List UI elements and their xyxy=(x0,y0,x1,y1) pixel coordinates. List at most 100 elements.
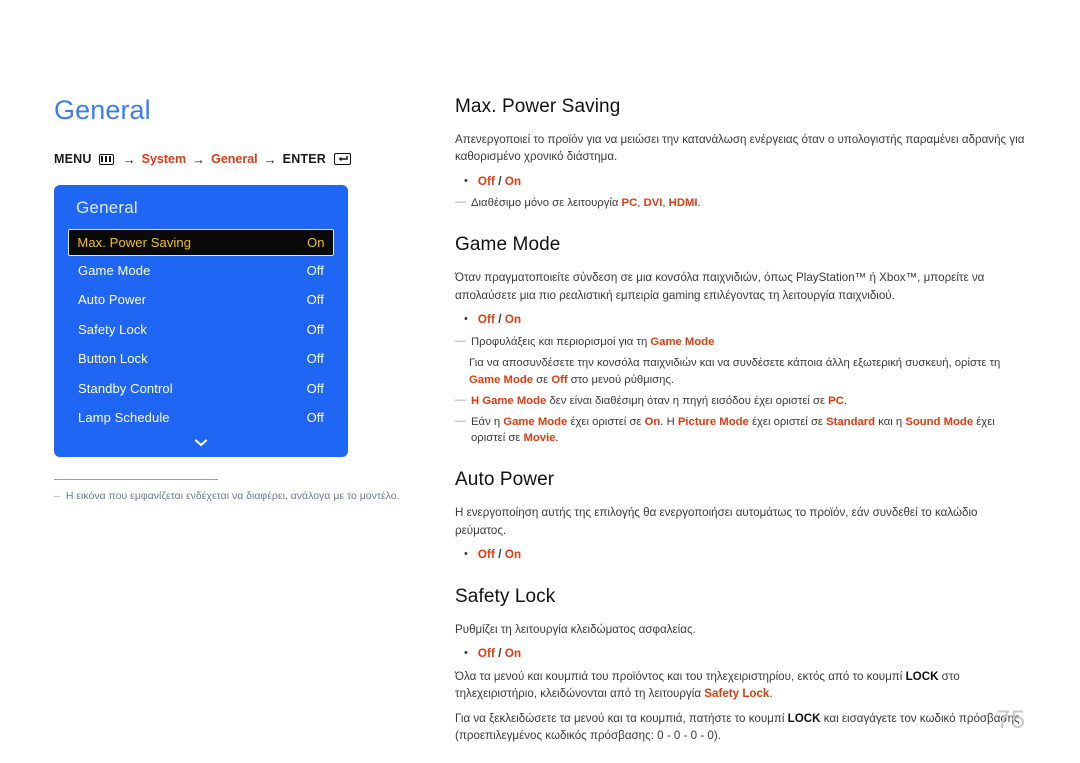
section-title: Game Mode xyxy=(455,234,561,256)
option-separator: / xyxy=(494,313,505,327)
osd-row-auto-power[interactable]: Auto Power Off xyxy=(68,285,334,315)
option-off: Off xyxy=(477,647,495,661)
osd-row-button-lock[interactable]: Button Lock Off xyxy=(68,344,334,374)
section-body: Όταν πραγματοποιείτε σύνδεση σε μια κονσ… xyxy=(455,271,985,302)
osd-row-lamp-schedule[interactable]: Lamp Schedule Off xyxy=(68,403,334,433)
osd-row-safety-lock[interactable]: Safety Lock Off xyxy=(68,315,334,345)
note-term-game-mode: Game Mode xyxy=(503,415,568,428)
section-body: Ρυθμίζει τη λειτουργία κλειδώματος ασφαλ… xyxy=(455,622,696,636)
osd-row-label: Max. Power Saving xyxy=(77,234,192,250)
breadcrumb-enter-label: ENTER xyxy=(282,152,327,167)
section-body: Η ενεργοποίηση αυτής της επιλογής θα ενε… xyxy=(455,506,978,537)
osd-row-value: Off xyxy=(306,292,324,308)
section-title: Safety Lock xyxy=(455,585,556,607)
note-sub-end: στο μενού ρύθμισης. xyxy=(567,373,675,386)
note-term-dvi: DVI xyxy=(643,197,663,210)
option-bullet: • Off / On xyxy=(455,311,1025,328)
section-max-power-saving: Max. Power Saving Απενεργοποιεί το προϊό… xyxy=(455,96,1025,212)
breadcrumb-arrow-1: → xyxy=(122,151,136,167)
option-separator: / xyxy=(494,175,505,189)
option-on: On xyxy=(504,175,522,189)
osd-menu-panel: General Max. Power Saving On Game Mode O… xyxy=(54,184,348,457)
note-dash-icon: — xyxy=(455,196,466,209)
note-text: Εάν η xyxy=(471,415,504,428)
note-pc-source: — Η Game Mode δεν είναι διαθέσιμη όταν η… xyxy=(455,393,1025,410)
footnote-divider xyxy=(54,478,218,480)
breadcrumb-item-general: General xyxy=(211,152,258,167)
osd-row-label: Safety Lock xyxy=(78,321,148,337)
note-term-on: On xyxy=(644,415,661,428)
option-bullet: • Off / On xyxy=(455,173,1025,190)
note-term-pc: PC xyxy=(828,394,844,407)
osd-row-value: Off xyxy=(306,262,324,278)
note-sub-text: Για να αποσυνδέσετε την κονσόλα παιχνιδι… xyxy=(469,356,1001,369)
enter-return-icon xyxy=(334,153,352,166)
osd-panel-title: General xyxy=(76,197,138,217)
breadcrumb-item-system: System xyxy=(141,152,187,167)
manual-page: General MENU → System → General → ENTER … xyxy=(0,0,1080,763)
osd-scroll-down-button[interactable] xyxy=(54,433,348,449)
note-term-movie: Movie xyxy=(523,432,556,445)
right-column: Max. Power Saving Απενεργοποιεί το προϊό… xyxy=(455,96,1025,752)
note-picture-sound-mode: — Εάν η Game Mode έχει οριστεί σε On. Η … xyxy=(455,414,1025,448)
note-dash-icon: — xyxy=(455,334,466,347)
option-on: On xyxy=(504,647,522,661)
option-on: On xyxy=(504,313,522,327)
note-sub-mid: σε xyxy=(533,373,552,386)
page-number: 75 xyxy=(996,706,1026,734)
note-precautions: — Προφυλάξεις και περιορισμοί για τη Gam… xyxy=(455,334,1025,351)
section-title: Max. Power Saving xyxy=(455,96,621,117)
osd-row-value: Off xyxy=(306,351,324,367)
note-term-picture-mode: Picture Mode xyxy=(677,415,749,428)
osd-row-game-mode[interactable]: Game Mode Off xyxy=(68,256,334,286)
osd-row-label: Auto Power xyxy=(78,292,147,308)
breadcrumb-arrow-2: → xyxy=(192,151,206,167)
osd-row-max-power-saving[interactable]: Max. Power Saving On xyxy=(68,228,334,256)
note-term-game-mode: Game Mode xyxy=(482,394,547,407)
p3-term-lock: LOCK xyxy=(787,711,821,725)
note-m2: . Η xyxy=(660,415,678,428)
note-m1: έχει οριστεί σε xyxy=(567,415,645,428)
note-term-pc: PC xyxy=(621,197,638,210)
note-term-game-mode-2: Game Mode xyxy=(469,373,534,386)
footnote-dash: – xyxy=(54,489,60,502)
option-on: On xyxy=(504,548,522,562)
note-term-game-mode: Game Mode xyxy=(650,335,715,348)
note-term-standard: Standard xyxy=(826,415,876,428)
osd-row-label: Lamp Schedule xyxy=(78,410,170,426)
option-separator: / xyxy=(494,647,505,661)
note-text: δεν είναι διαθέσιμη όταν η πηγή εισόδου … xyxy=(546,394,829,407)
osd-row-value: Off xyxy=(306,380,324,396)
note-m3: έχει οριστεί σε xyxy=(748,415,827,428)
bullet-dot-icon: • xyxy=(464,175,468,188)
osd-row-label: Button Lock xyxy=(78,351,148,367)
left-column: General MENU → System → General → ENTER … xyxy=(54,95,414,504)
note-availability: — Διαθέσιμο μόνο σε λειτουργία PC, DVI, … xyxy=(455,195,1025,212)
option-separator: / xyxy=(494,548,505,562)
note-article: Η xyxy=(471,394,483,407)
osd-row-standby-control[interactable]: Standby Control Off xyxy=(68,374,334,404)
note-dash-icon: — xyxy=(455,414,466,427)
note-term-off: Off xyxy=(551,373,568,386)
option-bullet: • Off / On xyxy=(455,645,1025,662)
left-footnote: – Η εικόνα που εμφανίζεται ενδέχεται να … xyxy=(54,478,404,504)
osd-row-value: On xyxy=(307,234,325,250)
p2-term-safety-lock: Safety Lock xyxy=(704,687,770,701)
p2-period: . xyxy=(769,687,773,701)
section-body-3: Για να ξεκλειδώσετε τα μενού και τα κουμ… xyxy=(455,710,1025,745)
section-game-mode: Game Mode Όταν πραγματοποιείτε σύνδεση σ… xyxy=(455,234,1025,447)
note-term-sound-mode: Sound Mode xyxy=(905,415,974,428)
p2-pre: Όλα τα μενού και κουμπιά του προϊόντος κ… xyxy=(455,669,906,683)
section-body-2: Όλα τα μενού και κουμπιά του προϊόντος κ… xyxy=(455,668,1025,703)
section-title: Auto Power xyxy=(455,469,555,491)
section-body: Απενεργοποιεί το προϊόν για να μειώσει τ… xyxy=(455,132,1025,164)
option-off: Off xyxy=(477,313,495,327)
bullet-dot-icon: • xyxy=(464,647,468,660)
osd-row-value: Off xyxy=(306,410,324,426)
note-dash-icon: — xyxy=(455,393,466,406)
section-safety-lock: Safety Lock Ρυθμίζει τη λειτουργία κλειδ… xyxy=(455,586,1025,745)
note-period: . xyxy=(697,197,701,210)
bullet-dot-icon: • xyxy=(464,548,468,561)
footnote-text: Η εικόνα που εμφανίζεται ενδέχεται να δι… xyxy=(65,489,400,502)
p2-term-lock: LOCK xyxy=(905,669,939,683)
